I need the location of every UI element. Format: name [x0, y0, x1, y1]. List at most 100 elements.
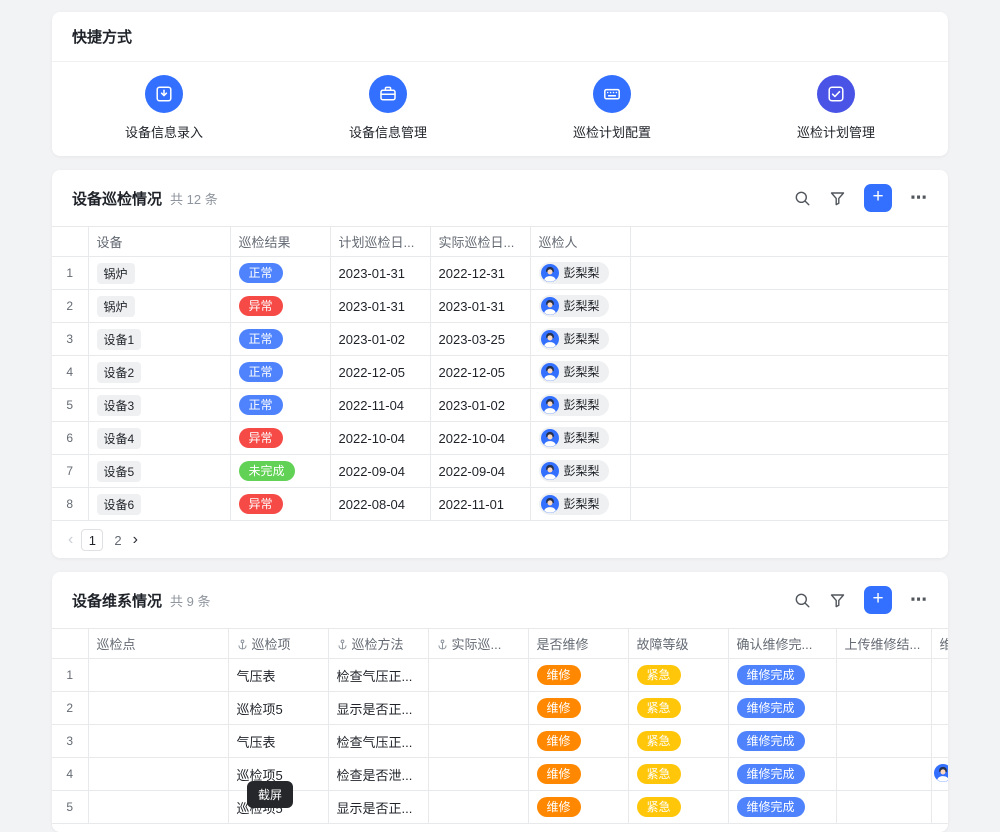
column-header-actual[interactable]: 实际巡检日... — [430, 227, 530, 257]
table-row[interactable]: 1 气压表 检查气压正... 维修 紧急 维修完成 — [52, 659, 948, 692]
shortcut-device-manage[interactable]: 设备信息管理 — [276, 75, 500, 141]
column-header-filler — [630, 227, 948, 257]
column-header-point[interactable]: 巡检点 — [88, 629, 228, 659]
table-row[interactable]: 2 锅炉 异常 2023-01-31 2023-01-31 彭梨梨 — [52, 290, 948, 323]
extra-cell — [931, 758, 948, 791]
search-icon[interactable] — [794, 190, 811, 207]
table-row[interactable]: 8 设备6 异常 2022-08-04 2022-11-01 彭梨梨 — [52, 488, 948, 521]
method-cell: 显示是否正... — [328, 791, 428, 824]
inspector-name: 彭梨梨 — [564, 297, 600, 314]
maintenance-title: 设备维系情况 — [72, 590, 162, 611]
page-1-button[interactable]: 1 — [81, 529, 103, 551]
upload-cell — [836, 659, 931, 692]
column-header-inspector[interactable]: 巡检人 — [530, 227, 630, 257]
shortcut-device-entry[interactable]: 设备信息录入 — [52, 75, 276, 141]
planned-date: 2022-12-05 — [330, 356, 430, 389]
upload-cell — [836, 692, 931, 725]
column-header-upload[interactable]: 上传维修结... — [836, 629, 931, 659]
search-icon[interactable] — [794, 592, 811, 609]
table-row[interactable]: 4 设备2 正常 2022-12-05 2022-12-05 彭梨梨 — [52, 356, 948, 389]
table-row[interactable]: 5 设备3 正常 2022-11-04 2023-01-02 彭梨梨 — [52, 389, 948, 422]
planned-date: 2023-01-31 — [330, 290, 430, 323]
avatar — [541, 495, 559, 513]
row-number: 1 — [52, 257, 88, 290]
add-record-button[interactable]: + — [864, 184, 892, 212]
filter-icon[interactable] — [829, 592, 846, 609]
inspector-name: 彭梨梨 — [564, 264, 600, 281]
point-cell — [88, 758, 228, 791]
result-badge: 正常 — [239, 263, 283, 283]
extra-cell — [931, 725, 948, 758]
planned-date: 2022-08-04 — [330, 488, 430, 521]
actual-date: 2022-12-05 — [430, 356, 530, 389]
page-2-button[interactable]: 2 — [111, 533, 124, 548]
actual-cell — [428, 725, 528, 758]
maintenance-card: 设备维系情况 共 9 条 + ⋯ 巡检点 巡检项 巡检方法 实际巡... 是否维… — [52, 572, 948, 832]
filter-icon[interactable] — [829, 190, 846, 207]
inspection-card: 设备巡检情况 共 12 条 + ⋯ 设备 巡检结果 计划巡检日... 实际巡检日… — [52, 170, 948, 558]
row-number: 1 — [52, 659, 88, 692]
device-tag: 设备2 — [97, 362, 142, 383]
actual-cell — [428, 692, 528, 725]
level-badge: 紧急 — [637, 797, 681, 817]
confirm-badge: 维修完成 — [737, 698, 805, 718]
extra-cell — [931, 692, 948, 725]
table-row[interactable]: 4 巡检项5 检查是否泄... 维修 紧急 维修完成 — [52, 758, 948, 791]
column-header-planned[interactable]: 计划巡检日... — [330, 227, 430, 257]
table-row[interactable]: 6 设备4 异常 2022-10-04 2022-10-04 彭梨梨 — [52, 422, 948, 455]
level-badge: 紧急 — [637, 731, 681, 751]
planned-date: 2023-01-31 — [330, 257, 430, 290]
add-record-button[interactable]: + — [864, 586, 892, 614]
column-header-index — [52, 629, 88, 659]
level-badge: 紧急 — [637, 764, 681, 784]
repair-badge: 维修 — [537, 698, 581, 718]
column-header-index — [52, 227, 88, 257]
shortcut-plan-manage[interactable]: 巡检计划管理 — [724, 75, 948, 141]
device-tag: 锅炉 — [97, 263, 135, 284]
person-chip: 彭梨梨 — [539, 328, 609, 350]
shortcut-plan-config[interactable]: 巡检计划配置 — [500, 75, 724, 141]
more-menu-icon[interactable]: ⋯ — [910, 590, 928, 610]
shortcuts-row: 设备信息录入 设备信息管理 巡检计划配置 巡检计划管理 — [52, 62, 948, 154]
table-row[interactable]: 7 设备5 未完成 2022-09-04 2022-09-04 彭梨梨 — [52, 455, 948, 488]
column-header-method[interactable]: 巡检方法 — [328, 629, 428, 659]
method-cell: 检查是否泄... — [328, 758, 428, 791]
result-badge: 正常 — [239, 362, 283, 382]
row-number: 4 — [52, 356, 88, 389]
confirm-badge: 维修完成 — [737, 797, 805, 817]
keyboard-icon — [593, 75, 631, 113]
person-chip: 彭梨梨 — [539, 361, 609, 383]
column-header-actual[interactable]: 实际巡... — [428, 629, 528, 659]
column-header-level[interactable]: 故障等级 — [628, 629, 728, 659]
table-row[interactable]: 2 巡检项5 显示是否正... 维修 紧急 维修完成 — [52, 692, 948, 725]
column-header-repair[interactable]: 是否维修 — [528, 629, 628, 659]
column-header-confirm[interactable]: 确认维修完... — [728, 629, 836, 659]
row-number: 7 — [52, 455, 88, 488]
table-row[interactable]: 5 巡检项5 显示是否正... 维修 紧急 维修完成 — [52, 791, 948, 824]
upload-cell — [836, 791, 931, 824]
actual-cell — [428, 791, 528, 824]
device-tag: 锅炉 — [97, 296, 135, 317]
column-header-device[interactable]: 设备 — [88, 227, 230, 257]
item-cell: 气压表 — [228, 725, 328, 758]
row-number: 5 — [52, 791, 88, 824]
shortcuts-card: 快捷方式 设备信息录入 设备信息管理 巡检计划配置 巡检计划管理 — [52, 12, 948, 156]
next-page-icon[interactable]: › — [133, 531, 138, 549]
method-cell: 检查气压正... — [328, 725, 428, 758]
table-row[interactable]: 3 气压表 检查气压正... 维修 紧急 维修完成 — [52, 725, 948, 758]
table-row[interactable]: 1 锅炉 正常 2023-01-31 2022-12-31 彭梨梨 — [52, 257, 948, 290]
row-number: 6 — [52, 422, 88, 455]
column-header-result[interactable]: 巡检结果 — [230, 227, 330, 257]
table-row[interactable]: 3 设备1 正常 2023-01-02 2023-03-25 彭梨梨 — [52, 323, 948, 356]
more-menu-icon[interactable]: ⋯ — [910, 188, 928, 208]
shortcut-label: 设备信息录入 — [125, 122, 203, 141]
result-badge: 异常 — [239, 428, 283, 448]
point-cell — [88, 659, 228, 692]
method-cell: 检查气压正... — [328, 659, 428, 692]
prev-page-icon[interactable]: ‹ — [68, 531, 73, 549]
inspector-name: 彭梨梨 — [564, 330, 600, 347]
result-badge: 异常 — [239, 494, 283, 514]
column-header-extra[interactable]: 维... — [931, 629, 948, 659]
column-header-item[interactable]: 巡检项 — [228, 629, 328, 659]
row-number: 3 — [52, 725, 88, 758]
